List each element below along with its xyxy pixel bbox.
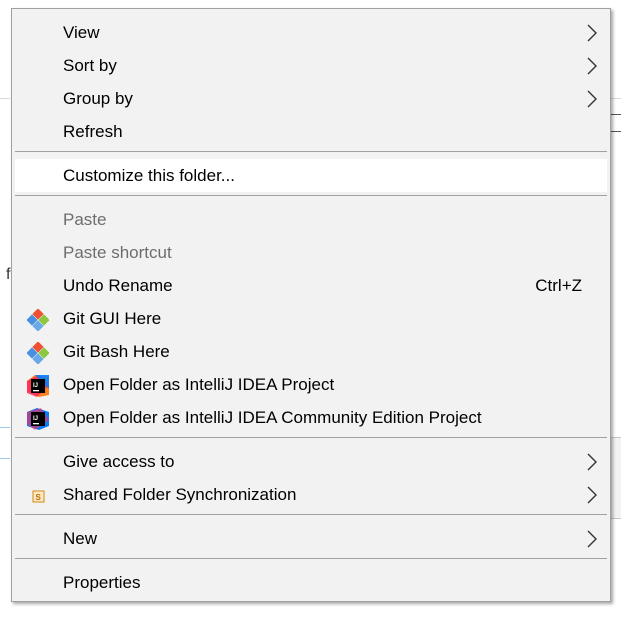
- menu-item-label: Group by: [63, 89, 133, 108]
- menu-separator: [15, 514, 607, 515]
- background-divider: [0, 98, 10, 99]
- keyboard-shortcut: Ctrl+Z: [535, 276, 582, 295]
- menu-item-shared-folder-sync[interactable]: S Shared Folder Synchronization: [15, 478, 607, 511]
- menu-item-label: Properties: [63, 573, 141, 592]
- menu-item-label: Open Folder as IntelliJ IDEA Community E…: [63, 408, 482, 427]
- menu-item-new[interactable]: New: [15, 522, 607, 555]
- intellij-idea-icon: IJ: [27, 375, 49, 397]
- menu-item-label: Refresh: [63, 122, 123, 141]
- menu-item-view[interactable]: View: [15, 16, 607, 49]
- context-menu: View Sort by Group by Refresh Customize …: [11, 8, 611, 602]
- svg-text:IJ: IJ: [33, 383, 38, 389]
- chevron-right-icon: [587, 530, 597, 548]
- background-text-fragment: f: [6, 266, 11, 283]
- menu-item-intellij-project[interactable]: IJ Open Folder as IntelliJ IDEA Project: [15, 368, 607, 401]
- menu-item-label: View: [63, 23, 100, 42]
- menu-item-customize-folder[interactable]: Customize this folder...: [15, 159, 607, 192]
- menu-item-git-gui[interactable]: Git GUI Here: [15, 302, 607, 335]
- menu-item-label: Give access to: [63, 452, 175, 471]
- chevron-right-icon: [587, 453, 597, 471]
- background-divider: [611, 98, 621, 99]
- menu-item-label: Paste: [63, 210, 107, 229]
- background-selection-line: [0, 427, 10, 428]
- menu-item-label: Undo Rename: [63, 276, 173, 295]
- menu-item-paste[interactable]: Paste: [15, 203, 607, 236]
- git-gui-icon: [27, 309, 49, 331]
- chevron-right-icon: [587, 57, 597, 75]
- menu-item-label: Git GUI Here: [63, 309, 162, 328]
- svg-text:IJ: IJ: [33, 416, 38, 422]
- chevron-right-icon: [587, 486, 597, 504]
- menu-item-label: New: [63, 529, 98, 548]
- chevron-right-icon: [587, 90, 597, 108]
- menu-separator: [15, 195, 607, 196]
- menu-separator: [15, 558, 607, 559]
- menu-item-label: Customize this folder...: [63, 166, 235, 185]
- menu-item-group-by[interactable]: Group by: [15, 82, 607, 115]
- menu-item-label: Shared Folder Synchronization: [63, 485, 297, 504]
- intellij-idea-ce-icon: IJ: [27, 408, 49, 430]
- menu-separator: [15, 437, 607, 438]
- menu-item-git-bash[interactable]: Git Bash Here: [15, 335, 607, 368]
- menu-item-properties[interactable]: Properties: [15, 566, 607, 599]
- menu-item-label: Git Bash Here: [63, 342, 170, 361]
- git-bash-icon: [27, 342, 49, 364]
- menu-separator: [15, 151, 607, 152]
- menu-item-undo-rename[interactable]: Undo Rename Ctrl+Z: [15, 269, 607, 302]
- menu-item-label: Sort by: [63, 56, 117, 75]
- menu-item-give-access[interactable]: Give access to: [15, 445, 607, 478]
- chevron-right-icon: [587, 24, 597, 42]
- menu-item-paste-shortcut[interactable]: Paste shortcut: [15, 236, 607, 269]
- menu-item-sort-by[interactable]: Sort by: [15, 49, 607, 82]
- menu-item-label: Paste shortcut: [63, 243, 172, 262]
- shared-folder-sync-icon: S: [32, 490, 45, 503]
- background-window-control: [610, 114, 621, 132]
- background-selection-line: [0, 458, 10, 459]
- menu-item-intellij-ce-project[interactable]: IJ Open Folder as IntelliJ IDEA Communit…: [15, 401, 607, 434]
- menu-item-refresh[interactable]: Refresh: [15, 115, 607, 148]
- svg-text:S: S: [36, 493, 42, 502]
- menu-item-label: Open Folder as IntelliJ IDEA Project: [63, 375, 335, 394]
